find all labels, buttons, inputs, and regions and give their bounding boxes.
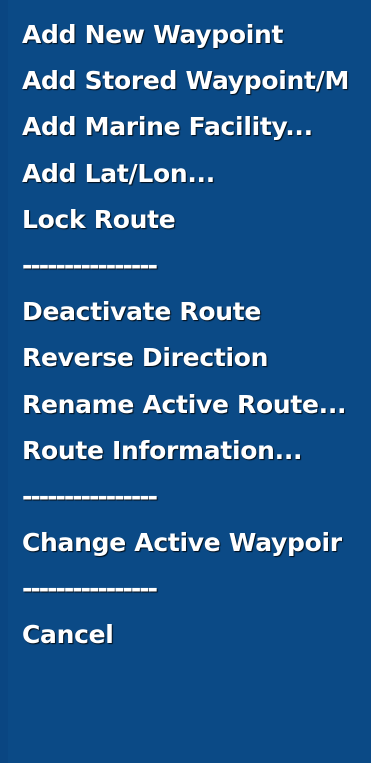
route-context-menu: Add New Waypoint Add Stored Waypoint/M A… <box>0 0 374 763</box>
menu-item-route-information[interactable]: Route Information... <box>22 432 374 478</box>
menu-item-cancel[interactable]: Cancel <box>22 616 374 662</box>
menu-list: Add New Waypoint Add Stored Waypoint/M A… <box>22 16 374 663</box>
menu-item-add-new-waypoint[interactable]: Add New Waypoint <box>22 16 374 62</box>
menu-left-edge <box>0 0 8 763</box>
menu-item-lock-route[interactable]: Lock Route <box>22 201 374 247</box>
menu-item-deactivate-route[interactable]: Deactivate Route <box>22 293 374 339</box>
menu-item-add-stored-waypoint[interactable]: Add Stored Waypoint/M <box>22 62 374 108</box>
menu-item-rename-active-route[interactable]: Rename Active Route... <box>22 386 374 432</box>
menu-item-reverse-direction[interactable]: Reverse Direction <box>22 339 374 385</box>
menu-item-add-lat-lon[interactable]: Add Lat/Lon... <box>22 155 374 201</box>
menu-separator: ---------------- <box>22 481 158 511</box>
menu-separator: ---------------- <box>22 250 158 280</box>
menu-item-add-marine-facility[interactable]: Add Marine Facility... <box>22 108 374 154</box>
menu-item-change-active-waypoint[interactable]: Change Active Waypoir <box>22 524 374 570</box>
menu-separator: ---------------- <box>22 574 158 604</box>
